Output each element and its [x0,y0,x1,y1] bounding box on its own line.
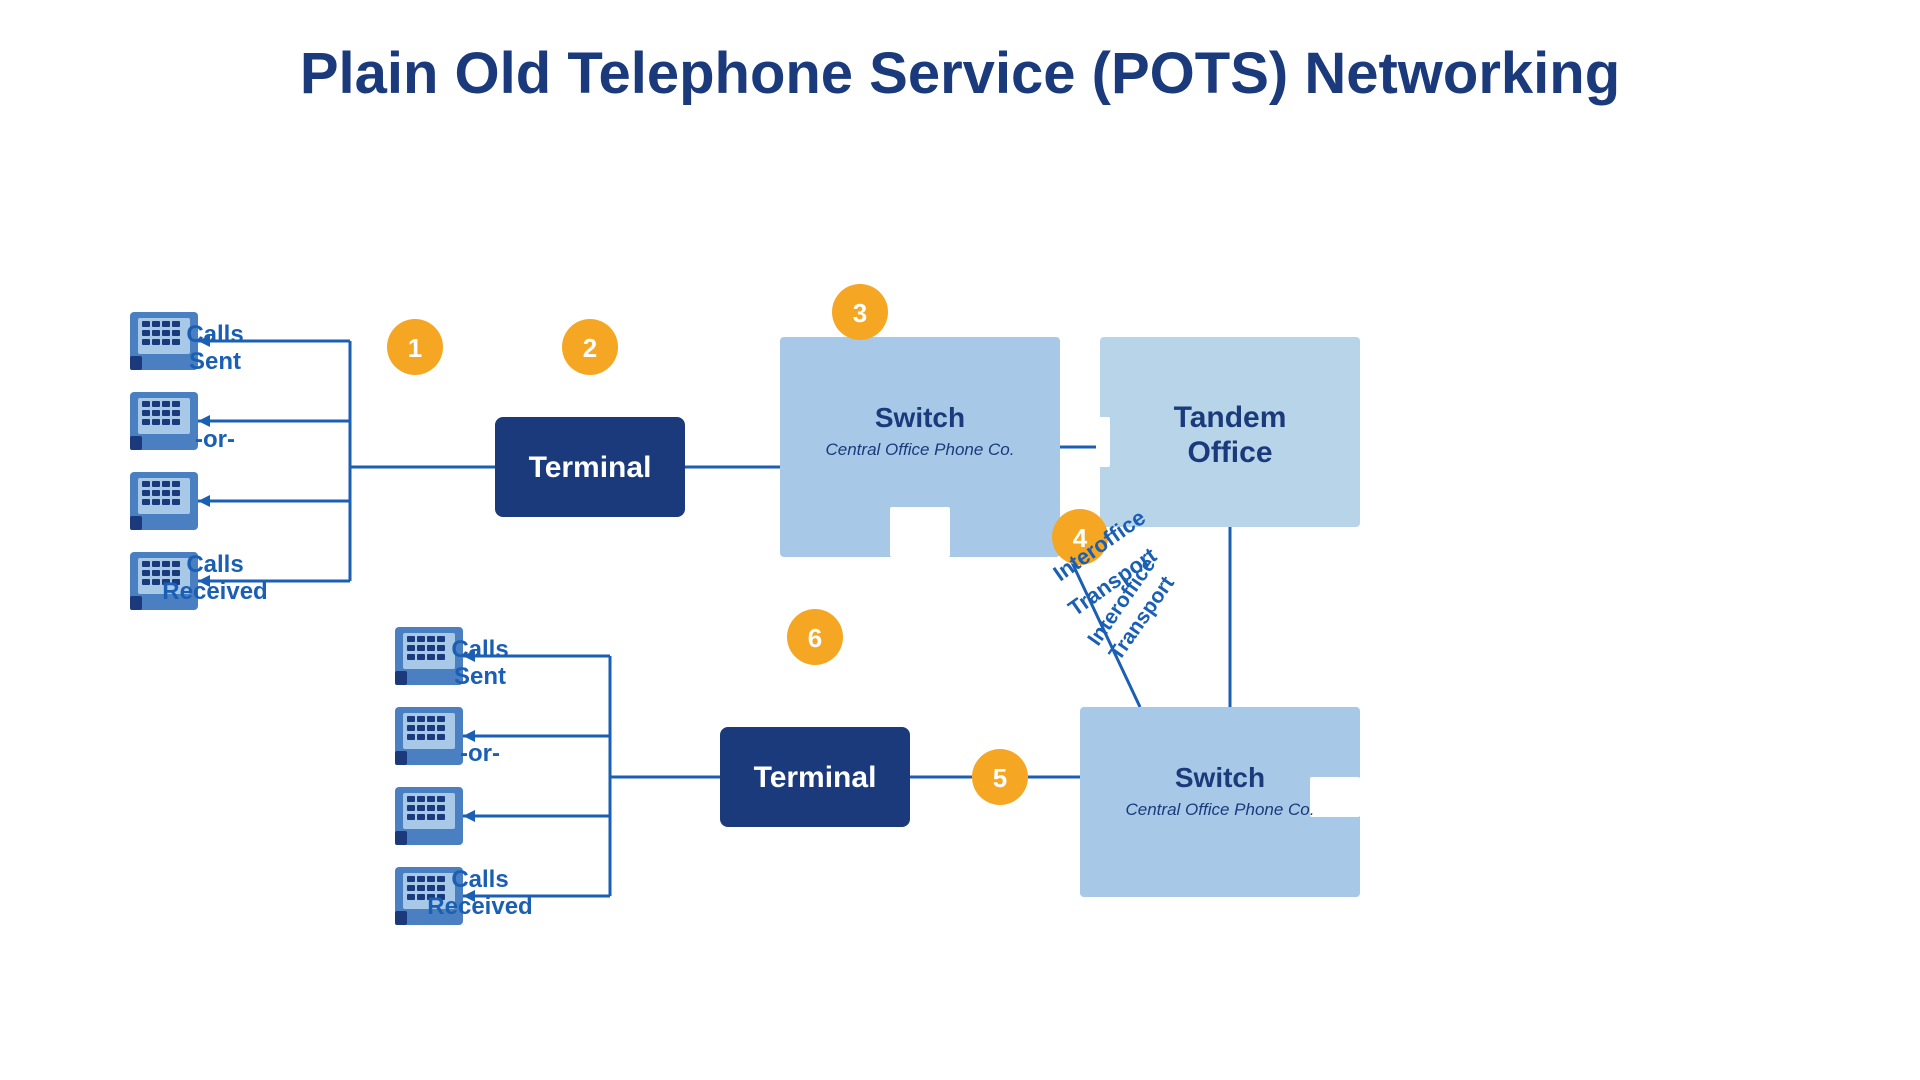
svg-text:Calls: Calls [451,866,508,893]
svg-text:Calls: Calls [186,551,243,578]
svg-text:Central Office Phone Co.: Central Office Phone Co. [826,440,1015,459]
svg-text:1: 1 [408,333,422,363]
svg-text:Central Office Phone Co.: Central Office Phone Co. [1126,800,1315,819]
svg-text:5: 5 [993,763,1007,793]
page-title: Plain Old Telephone Service (POTS) Netwo… [0,0,1920,137]
svg-text:Calls: Calls [186,321,243,348]
svg-text:Calls: Calls [451,636,508,663]
svg-text:6: 6 [808,623,822,653]
svg-text:Sent: Sent [189,348,241,375]
svg-text:2: 2 [583,333,597,363]
svg-text:Tandem: Tandem [1174,401,1287,434]
svg-text:Terminal: Terminal [529,451,652,484]
svg-text:3: 3 [853,298,867,328]
svg-text:Office: Office [1187,436,1272,469]
diagram: Calls Sent -or- Calls Received 1 Termina… [0,137,1920,1057]
svg-text:Switch: Switch [1175,762,1265,793]
svg-text:-or-: -or- [195,426,235,453]
svg-text:-or-: -or- [460,740,500,767]
svg-text:Terminal: Terminal [754,761,877,794]
svg-text:Switch: Switch [875,402,965,433]
svg-text:Sent: Sent [454,663,506,690]
